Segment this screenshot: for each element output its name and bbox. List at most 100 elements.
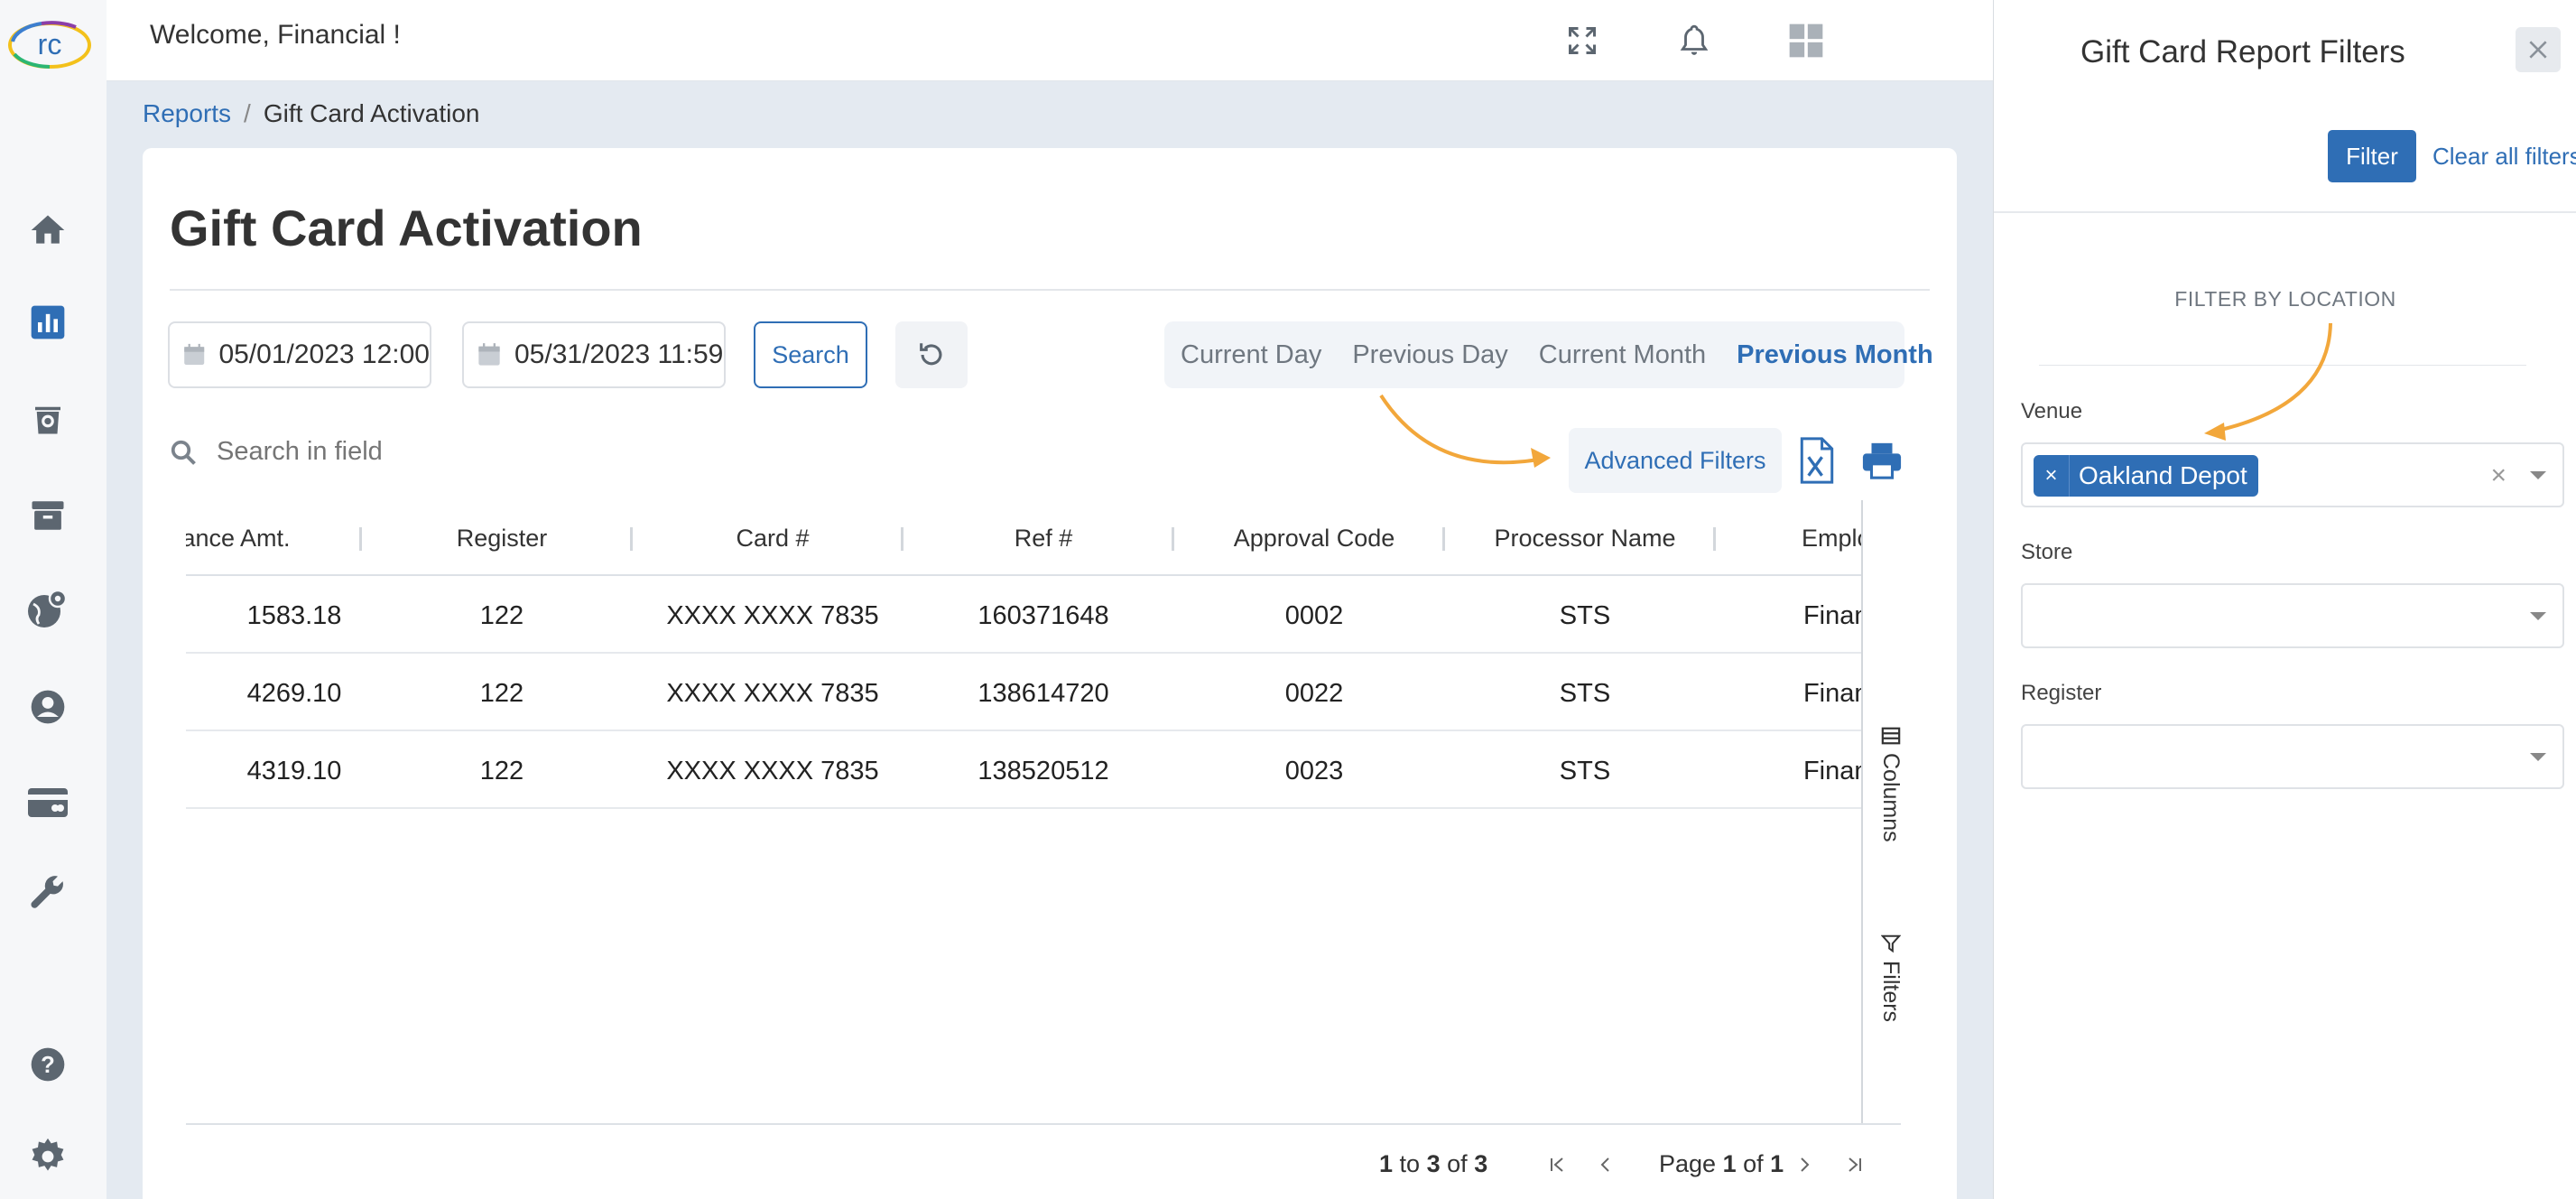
register-select[interactable]: [2021, 724, 2564, 789]
first-page-icon[interactable]: [1542, 1148, 1572, 1181]
end-date-input[interactable]: 05/31/2023 11:59: [462, 321, 726, 388]
bell-icon[interactable]: [1668, 14, 1720, 67]
filter-icon: [1880, 934, 1901, 953]
cell-approval: 0023: [1284, 756, 1344, 785]
page-indicator: Page 1 of 1: [1659, 1150, 1784, 1177]
venue-select[interactable]: × Oakland Depot ×: [2021, 442, 2564, 507]
cell-processor: STS: [1559, 678, 1611, 708]
chevron-down-icon[interactable]: [2525, 744, 2552, 771]
filters-tab-label: Filters: [1878, 961, 1904, 1023]
grid-header: Balance Amt. Register Card # Ref # Appro…: [186, 500, 1870, 576]
close-icon: [2529, 41, 2547, 59]
cell-processor: STS: [1559, 756, 1611, 785]
column-header-card[interactable]: Card #: [637, 500, 908, 576]
column-header-balance[interactable]: Balance Amt.: [186, 500, 300, 576]
table-row[interactable]: 1583.18 122 XXXX XXXX 7835 160371648 000…: [186, 578, 1870, 654]
clear-all-filters-link[interactable]: Clear all filters: [2432, 143, 2576, 171]
breadcrumb-current: Gift Card Activation: [263, 99, 480, 127]
print-icon[interactable]: [1861, 441, 1903, 480]
excel-export-icon[interactable]: [1796, 437, 1838, 484]
chevron-down-icon[interactable]: [2525, 462, 2552, 489]
globe-pin-icon[interactable]: [23, 585, 72, 634]
refresh-icon: [920, 343, 942, 366]
start-date-input[interactable]: 05/01/2023 12:00: [168, 321, 431, 388]
column-resize-handle[interactable]: [630, 527, 633, 551]
column-header-employee[interactable]: Employee: [1720, 500, 1870, 576]
cell-ref: 138614720: [978, 678, 1109, 708]
home-icon[interactable]: [23, 206, 72, 255]
cell-approval: 0022: [1284, 678, 1344, 708]
user-circle-icon[interactable]: [23, 683, 72, 731]
column-resize-handle[interactable]: [901, 527, 903, 551]
rc-logo[interactable]: rc: [5, 4, 94, 72]
cell-ref: 138520512: [978, 756, 1109, 785]
data-grid: Balance Amt. Register Card # Ref # Appro…: [186, 500, 1870, 1123]
filter-panel: Gift Card Report Filters Filter Clear al…: [1993, 0, 2576, 1199]
help-icon[interactable]: ?: [23, 1040, 72, 1089]
end-date-value: 05/31/2023 11:59: [514, 339, 724, 369]
column-resize-handle[interactable]: [1442, 527, 1445, 551]
column-resize-handle[interactable]: [359, 527, 362, 551]
search-button[interactable]: Search: [754, 321, 867, 388]
range-previous-month[interactable]: Previous Month: [1737, 340, 1933, 370]
columns-tab[interactable]: Columns: [1877, 726, 1904, 842]
store-label: Store: [2021, 540, 2073, 564]
search-input[interactable]: [217, 437, 668, 467]
cell-register: 122: [479, 756, 524, 785]
next-page-icon[interactable]: [1789, 1148, 1820, 1181]
bar-chart-icon[interactable]: [23, 298, 72, 347]
cell-card: XXXX XXXX 7835: [666, 600, 879, 630]
advanced-filters-button[interactable]: Advanced Filters: [1569, 428, 1782, 493]
column-resize-handle[interactable]: [1172, 527, 1174, 551]
credit-card-icon[interactable]: [23, 778, 72, 827]
archive-icon[interactable]: [23, 491, 72, 540]
close-panel-button[interactable]: [2516, 27, 2561, 72]
fullscreen-icon[interactable]: [1556, 14, 1608, 67]
apps-grid-icon[interactable]: [1780, 14, 1832, 67]
cell-employee: Financial: [1802, 600, 1870, 630]
breadcrumb: Reports / Gift Card Activation: [143, 99, 479, 128]
filter-section-title: FILTER BY LOCATION: [2174, 287, 2396, 311]
table-row[interactable]: 4319.10 122 XXXX XXXX 7835 138520512 002…: [186, 733, 1870, 809]
bag-icon[interactable]: [23, 394, 72, 442]
clear-selection-icon[interactable]: ×: [2490, 460, 2507, 491]
prev-page-icon[interactable]: [1590, 1148, 1621, 1181]
report-card: Gift Card Activation 05/01/2023 12:00 05…: [143, 148, 1957, 1199]
register-label: Register: [2021, 681, 2102, 705]
column-header-ref[interactable]: Ref #: [908, 500, 1179, 576]
start-date-value: 05/01/2023 12:00: [218, 339, 430, 369]
row-count: 1 to 3 of 3: [1379, 1150, 1488, 1177]
breadcrumb-separator: /: [244, 99, 251, 127]
reset-button[interactable]: [895, 321, 968, 388]
venue-chip: × Oakland Depot: [2034, 455, 2258, 497]
column-resize-handle[interactable]: [1713, 527, 1716, 551]
grid-bottom-border: [186, 1123, 1901, 1125]
column-header-approval[interactable]: Approval Code: [1179, 500, 1450, 576]
venue-label: Venue: [2021, 399, 2083, 423]
welcome-text: Welcome, Financial !: [150, 20, 401, 50]
columns-icon: [1881, 727, 1900, 745]
cell-employee: Financial: [1802, 678, 1870, 708]
chip-remove-icon[interactable]: ×: [2034, 455, 2070, 497]
filters-tab[interactable]: Filters: [1877, 934, 1904, 1022]
chevron-down-icon[interactable]: [2525, 603, 2552, 630]
columns-tab-label: Columns: [1878, 753, 1904, 842]
range-current-month[interactable]: Current Month: [1539, 340, 1706, 370]
cell-register: 122: [479, 678, 524, 708]
store-select[interactable]: [2021, 583, 2564, 648]
column-header-register[interactable]: Register: [366, 500, 637, 576]
svg-text:?: ?: [41, 1053, 55, 1078]
search-icon: [171, 440, 196, 465]
date-range-group: Current Day Previous Day Current Month P…: [1164, 321, 1933, 388]
last-page-icon[interactable]: [1839, 1148, 1870, 1181]
wrench-icon[interactable]: [23, 869, 72, 917]
column-header-processor[interactable]: Processor Name: [1450, 500, 1720, 576]
filter-button[interactable]: Filter: [2328, 130, 2416, 182]
range-previous-day[interactable]: Previous Day: [1352, 340, 1507, 370]
table-row[interactable]: 4269.10 122 XXXX XXXX 7835 138614720 002…: [186, 655, 1870, 731]
cell-ref: 160371648: [978, 600, 1109, 630]
range-current-day[interactable]: Current Day: [1181, 340, 1321, 370]
gear-icon[interactable]: [23, 1132, 72, 1181]
breadcrumb-reports-link[interactable]: Reports: [143, 99, 231, 127]
svg-text:rc: rc: [38, 28, 62, 60]
